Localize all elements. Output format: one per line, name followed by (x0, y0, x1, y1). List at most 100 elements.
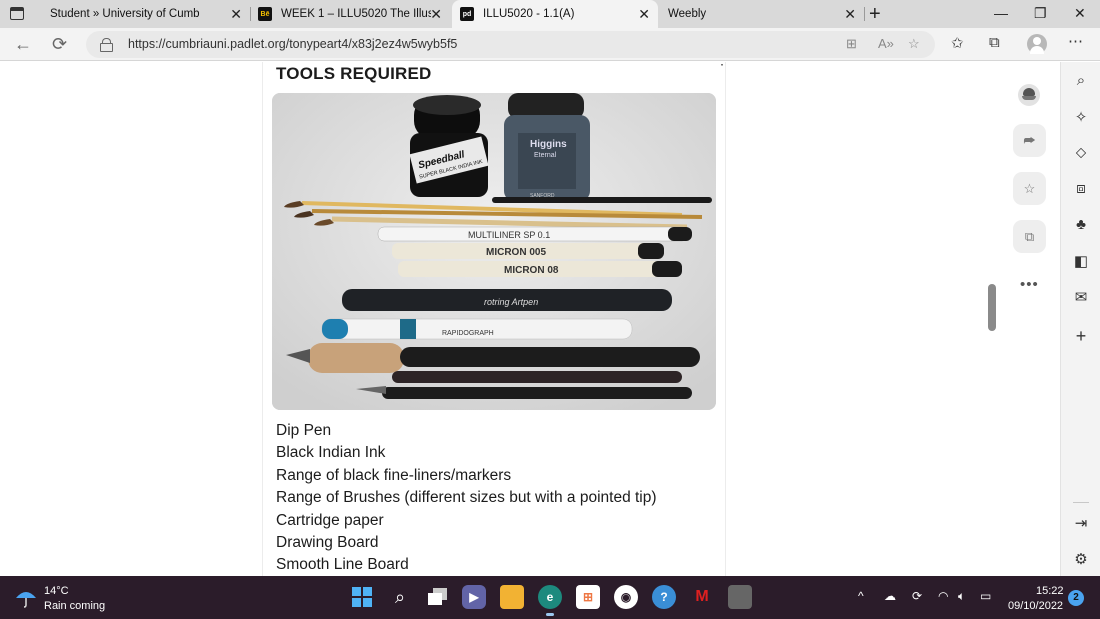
ink-bottle-higgins: Higgins Eternal SANFORD (504, 93, 590, 201)
tab-week1-illu5020[interactable]: Bē WEEK 1 – ILLU5020 The Illustrato ✕ (250, 0, 450, 28)
settings-more-icon[interactable]: ⋯ (1068, 32, 1083, 50)
tools-icon[interactable]: ⧈ (1061, 180, 1100, 197)
list-item: Range of black fine-liners/markers (276, 466, 512, 484)
battery-icon[interactable]: ▭ (980, 589, 991, 603)
rain-umbrella-icon[interactable] (14, 588, 38, 608)
sidebar-settings-icon[interactable]: ⚙ (1061, 550, 1100, 568)
post-card[interactable]: ⋮ TOOLS REQUIRED Speedball (262, 62, 729, 576)
tab-title: ILLU5020 - 1.1(A) (483, 8, 575, 20)
close-tab-icon[interactable]: ✕ (430, 7, 442, 21)
app-icon-circle[interactable]: ◉ (614, 585, 638, 609)
tab-title: Weebly (668, 8, 707, 20)
discover-icon[interactable]: ✧ (1061, 108, 1100, 126)
read-aloud-icon[interactable]: A» (878, 36, 894, 51)
weather-condition[interactable]: Rain coming (44, 600, 105, 612)
share-button[interactable]: ⮫ (1013, 124, 1046, 157)
close-tab-icon[interactable]: ✕ (844, 7, 856, 21)
file-explorer-icon[interactable] (500, 585, 524, 609)
padlet-icon: pd (460, 7, 474, 21)
list-item: Black Indian Ink (276, 444, 386, 462)
task-view-icon[interactable] (426, 585, 450, 609)
show-hidden-icons-chevron[interactable]: ^ (858, 589, 864, 603)
tab-strip: Student » University of Cumbria ✕ Bē WEE… (0, 0, 1100, 28)
star-icon: ☆ (1023, 180, 1036, 196)
svg-text:RAPIDOGRAPH: RAPIDOGRAPH (442, 330, 494, 337)
list-item: Drawing Board (276, 533, 379, 551)
back-icon[interactable]: ← (14, 34, 32, 54)
office-icon[interactable]: ◧ (1061, 252, 1100, 270)
svg-text:MICRON 005: MICRON 005 (486, 247, 546, 258)
shopping-tag-icon[interactable]: ⬦ (1061, 144, 1100, 161)
tab-actions-icon[interactable] (10, 7, 24, 20)
edge-browser-icon[interactable]: e (538, 585, 562, 616)
notification-badge[interactable]: 2 (1068, 590, 1084, 606)
svg-text:Eternal: Eternal (534, 152, 557, 159)
taskbar-search-icon[interactable]: ⌕ (388, 585, 412, 609)
share-icon: ⮫ (1023, 132, 1036, 148)
ink-bottle-speedball: Speedball SUPER BLACK INDIA INK (409, 95, 489, 197)
games-icon[interactable]: ♣ (1061, 216, 1100, 233)
url-text[interactable]: https://cumbriauni.padlet.org/tonypeart4… (128, 37, 457, 51)
copy-button[interactable]: ⧉ (1013, 220, 1046, 253)
outlook-icon[interactable]: ✉ (1061, 288, 1100, 306)
mcafee-icon[interactable]: M (690, 585, 714, 609)
user-avatar-icon[interactable] (1018, 84, 1040, 106)
search-icon[interactable]: ⌕ (1061, 72, 1100, 89)
behance-icon: Bē (258, 7, 272, 21)
list-item: Range of Brushes (different sizes but wi… (276, 489, 657, 507)
add-sidebar-app-icon[interactable]: + (1061, 326, 1100, 347)
padlet-page: ⋮ TOOLS REQUIRED Speedball (0, 62, 1060, 576)
help-icon[interactable]: ? (652, 585, 676, 609)
lock-icon[interactable] (100, 38, 113, 52)
teams-chat-icon[interactable]: ▶ (462, 585, 486, 609)
post-menu-icon[interactable]: ⋮ (715, 62, 729, 66)
close-tab-icon[interactable]: ✕ (638, 7, 650, 21)
svg-text:MULTILINER SP 0.1: MULTILINER SP 0.1 (468, 230, 550, 240)
tab-title: Student » University of Cumbria (50, 8, 200, 20)
refresh-icon[interactable]: ⟳ (52, 34, 67, 54)
post-image[interactable]: Speedball SUPER BLACK INDIA INK Higgins … (272, 93, 716, 410)
add-favorite-icon[interactable]: ☆ (908, 36, 920, 52)
favorite-button[interactable]: ☆ (1013, 172, 1046, 205)
tab-student-cumbria[interactable]: Student » University of Cumbria ✕ (42, 0, 250, 28)
tab-illu5020-active[interactable]: pd ILLU5020 - 1.1(A) ✕ (452, 0, 658, 28)
list-item: Dip Pen (276, 422, 332, 439)
edge-sidebar: ⌕ ✧ ⬦ ⧈ ♣ ◧ ✉ + ⇥ ⚙ (1060, 62, 1100, 576)
clock-time[interactable]: 15:22 (1036, 585, 1064, 597)
post-description: Dip Pen Black Indian Ink Range of black … (276, 420, 657, 576)
onedrive-cloud-icon[interactable]: ☁ (884, 589, 896, 603)
svg-text:rotring Artpen: rotring Artpen (484, 297, 538, 307)
post-title: TOOLS REQUIRED (276, 64, 432, 83)
minimize-button[interactable]: — (994, 5, 1008, 21)
new-tab-button[interactable]: + (869, 4, 881, 24)
volume-icon[interactable]: 🔈︎ (958, 589, 965, 604)
clock-date[interactable]: 09/10/2022 (1008, 600, 1063, 612)
profile-avatar[interactable] (1027, 34, 1047, 54)
maximize-button[interactable]: ❐ (1034, 5, 1047, 22)
tab-title: WEEK 1 – ILLU5020 The Illustrato (281, 8, 431, 20)
address-bar[interactable]: https://cumbriauni.padlet.org/tonypeart4… (86, 31, 935, 58)
microsoft-store-icon[interactable]: ⊞ (576, 585, 600, 609)
tab-separator (864, 7, 865, 21)
weather-temperature[interactable]: 14°C (44, 585, 69, 597)
more-options-icon[interactable]: ••• (1020, 276, 1039, 293)
close-tab-icon[interactable]: ✕ (230, 7, 242, 21)
favorites-icon[interactable]: ✩ (951, 34, 964, 52)
svg-text:MICRON 08: MICRON 08 (504, 265, 559, 276)
sync-icon[interactable]: ⟳ (912, 589, 922, 603)
app-available-icon[interactable]: ⊞ (846, 36, 857, 52)
start-windows-icon[interactable] (350, 585, 374, 609)
toolbar: ← ⟳ https://cumbriauni.padlet.org/tonype… (0, 28, 1100, 61)
wifi-icon[interactable]: ◠ (938, 589, 948, 603)
hide-sidebar-icon[interactable]: ⇥ (1061, 514, 1100, 532)
close-window-button[interactable]: ✕ (1074, 5, 1086, 22)
list-item: Cartridge paper (276, 511, 384, 529)
list-item: Smooth Line Board (276, 556, 409, 574)
sidebar-divider (1073, 502, 1089, 503)
svg-text:Higgins: Higgins (530, 139, 567, 150)
tab-weebly[interactable]: Weebly ✕ (660, 0, 864, 28)
windows-taskbar: 14°C Rain coming ⌕ ▶ e ⊞ ◉ ? M ^ ☁ ⟳ ◠ 🔈… (0, 576, 1100, 619)
collections-icon[interactable]: ⧉ (989, 34, 1000, 51)
scrollbar-thumb[interactable] (988, 284, 996, 331)
app-thumbnail-icon[interactable] (728, 585, 752, 609)
